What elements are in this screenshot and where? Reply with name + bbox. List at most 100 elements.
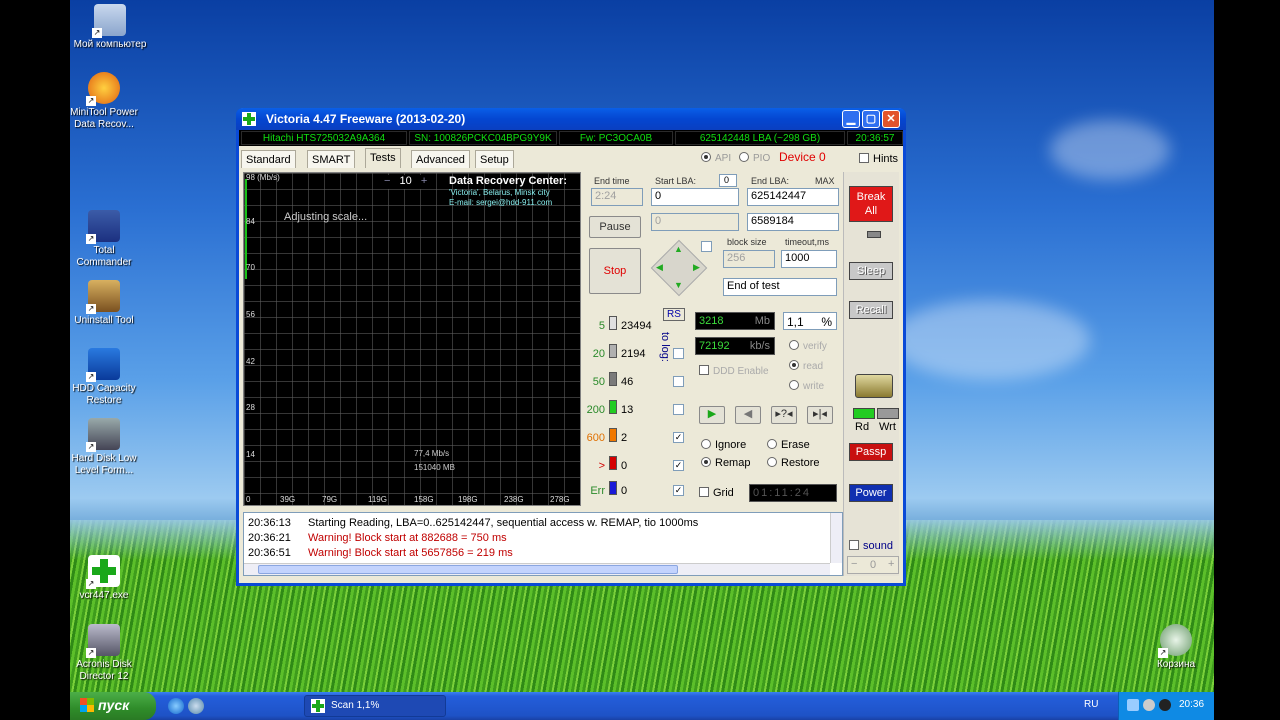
clock: 20:36:57 <box>847 131 903 145</box>
row-600-checkbox[interactable]: ✓ <box>673 432 684 443</box>
tab-tests[interactable]: Tests <box>365 148 401 168</box>
ie-icon[interactable] <box>168 698 184 714</box>
start-button[interactable]: пуск <box>70 692 156 720</box>
rd-label: Rd <box>855 421 870 433</box>
desktop-icon-label: vcr447.exe <box>79 590 129 601</box>
desktop-icon-hdd-capacity[interactable]: HDD Capacity Restore <box>70 348 142 407</box>
desktop-icon-total-commander[interactable]: Total Commander <box>70 210 142 269</box>
sound-stepper[interactable]: − 0 + <box>847 556 899 574</box>
close-button[interactable]: ✕ <box>882 110 900 128</box>
grid-checkbox[interactable]: Grid <box>699 487 734 499</box>
tray-icon[interactable] <box>1127 699 1139 711</box>
sleep-button[interactable]: Sleep <box>849 262 893 280</box>
graph-status: Adjusting scale... <box>284 211 368 223</box>
start-lba-zero-button[interactable]: 0 <box>719 174 737 187</box>
scale-down-icon[interactable]: − <box>384 175 390 187</box>
language-indicator[interactable]: RU <box>1084 699 1098 710</box>
row-err-checkbox[interactable]: ✓ <box>673 485 684 496</box>
pause-button[interactable]: Pause <box>589 216 641 238</box>
hints-checkbox[interactable]: Hints <box>859 153 898 165</box>
desktop-icon-minitool[interactable]: MiniTool Power Data Recov... <box>70 72 142 131</box>
pad-checkbox[interactable] <box>701 241 712 252</box>
minus-icon[interactable]: − <box>851 558 857 570</box>
log-line: 20:36:21 Warning! Block start at 882688 =… <box>248 532 507 544</box>
passp-button[interactable]: Passp <box>849 443 893 461</box>
play-button[interactable]: ▶ <box>699 406 725 424</box>
log-text: Warning! Block start at 5657856 = 219 ms <box>308 547 513 559</box>
graph-unit: 98 (Mb/s) <box>246 173 280 182</box>
log-hscroll-thumb[interactable] <box>258 565 678 574</box>
volume-icon[interactable] <box>1159 699 1171 711</box>
start-lba-input[interactable]: 0 <box>651 188 739 206</box>
end-button[interactable]: ▸|◂ <box>807 406 833 424</box>
remap-radio[interactable]: Remap <box>701 457 750 469</box>
desktop-icon-recycle-bin[interactable]: Корзина <box>1138 624 1214 671</box>
verify-radio[interactable]: verify <box>789 340 827 352</box>
tab-setup[interactable]: Setup <box>475 150 514 168</box>
row-200-checkbox[interactable] <box>673 404 684 415</box>
scale-up-icon[interactable]: + <box>421 175 427 187</box>
power-button[interactable]: Power <box>849 484 893 502</box>
wrt-label: Wrt <box>879 421 896 433</box>
ignore-radio[interactable]: Ignore <box>701 439 746 451</box>
x-tick: 158G <box>414 495 434 504</box>
rs-button[interactable]: RS <box>663 308 685 321</box>
desktop-icon-my-computer[interactable]: Мой компьютер <box>72 4 148 51</box>
row-gt-checkbox[interactable]: ✓ <box>673 460 684 471</box>
stop-button[interactable]: Stop <box>589 248 641 294</box>
window-titlebar[interactable]: Victoria 4.47 Freeware (2013-02-20) ▁ ▢ … <box>236 108 906 130</box>
y-tick: 84 <box>246 217 255 226</box>
block-size-select[interactable]: 256 <box>723 250 775 268</box>
ddd-enable-checkbox[interactable]: DDD Enable <box>699 365 769 377</box>
desktop-icon-hdd-llf[interactable]: Hard Disk Low Level Form... <box>70 418 142 477</box>
api-radio[interactable]: API <box>701 152 731 164</box>
tab-advanced[interactable]: Advanced <box>411 150 470 168</box>
desktop-icon-vcr447[interactable]: vcr447.exe <box>70 555 142 602</box>
scale-control[interactable]: − 10 + <box>384 175 432 189</box>
timeout-select[interactable]: 1000 <box>781 250 837 268</box>
end-lba-input[interactable]: 625142447 <box>747 188 839 206</box>
arrow-left-icon[interactable]: ◀ <box>656 262 663 273</box>
arrow-up-icon[interactable]: ▲ <box>674 244 683 254</box>
log-time: 20:36:51 <box>248 547 291 559</box>
row-50-checkbox[interactable] <box>673 376 684 387</box>
restore-radio[interactable]: Restore <box>767 457 820 469</box>
end-of-test-select[interactable]: End of test <box>723 278 837 296</box>
write-radio[interactable]: write <box>789 380 824 392</box>
sound-checkbox[interactable]: sound <box>849 540 893 552</box>
minimize-button[interactable]: ▁ <box>842 110 860 128</box>
kbs-unit: kb/s <box>749 340 770 352</box>
desktop-icon-acronis[interactable]: Acronis Disk Director 12 <box>70 624 142 683</box>
recall-button[interactable]: Recall <box>849 301 893 319</box>
row-600-swatch <box>609 428 617 442</box>
erase-radio[interactable]: Erase <box>767 439 810 451</box>
desktop-icon-label: Корзина <box>1156 659 1196 670</box>
end-icon: ▸|◂ <box>813 408 827 420</box>
taskbar-item-scan[interactable]: Scan 1,1% <box>304 695 446 717</box>
y-tick: 14 <box>246 450 255 459</box>
row-20-swatch <box>609 344 617 358</box>
arrow-right-icon[interactable]: ▶ <box>693 262 700 273</box>
desktop-icon-uninstall-tool[interactable]: Uninstall Tool <box>70 280 142 327</box>
windows-flag-icon <box>80 698 94 712</box>
tab-smart[interactable]: SMART <box>307 150 356 168</box>
skip-button[interactable]: ▸?◂ <box>771 406 797 424</box>
x-tick: 238G <box>504 495 524 504</box>
log-hscrollbar[interactable] <box>244 563 830 575</box>
back-button[interactable]: ◀ <box>735 406 761 424</box>
end-time-field[interactable]: 2:24 <box>591 188 643 206</box>
quicklaunch-icon[interactable] <box>188 698 204 714</box>
pio-radio[interactable]: PIO <box>739 152 770 164</box>
log-vscrollbar[interactable] <box>830 513 842 563</box>
tray-icon[interactable] <box>1143 699 1155 711</box>
direction-pad[interactable]: ▲ ▼ ◀ ▶ <box>650 239 708 297</box>
end-lba-max-button[interactable]: MAX <box>815 176 835 186</box>
device-label[interactable]: Device 0 <box>779 150 826 164</box>
break-all-button[interactable]: Break All <box>849 186 893 222</box>
maximize-button[interactable]: ▢ <box>862 110 880 128</box>
row-20-checkbox[interactable] <box>673 348 684 359</box>
plus-icon[interactable]: + <box>888 558 894 570</box>
tab-standard[interactable]: Standard <box>241 150 296 168</box>
arrow-down-icon[interactable]: ▼ <box>674 280 683 290</box>
read-radio[interactable]: read <box>789 360 823 372</box>
